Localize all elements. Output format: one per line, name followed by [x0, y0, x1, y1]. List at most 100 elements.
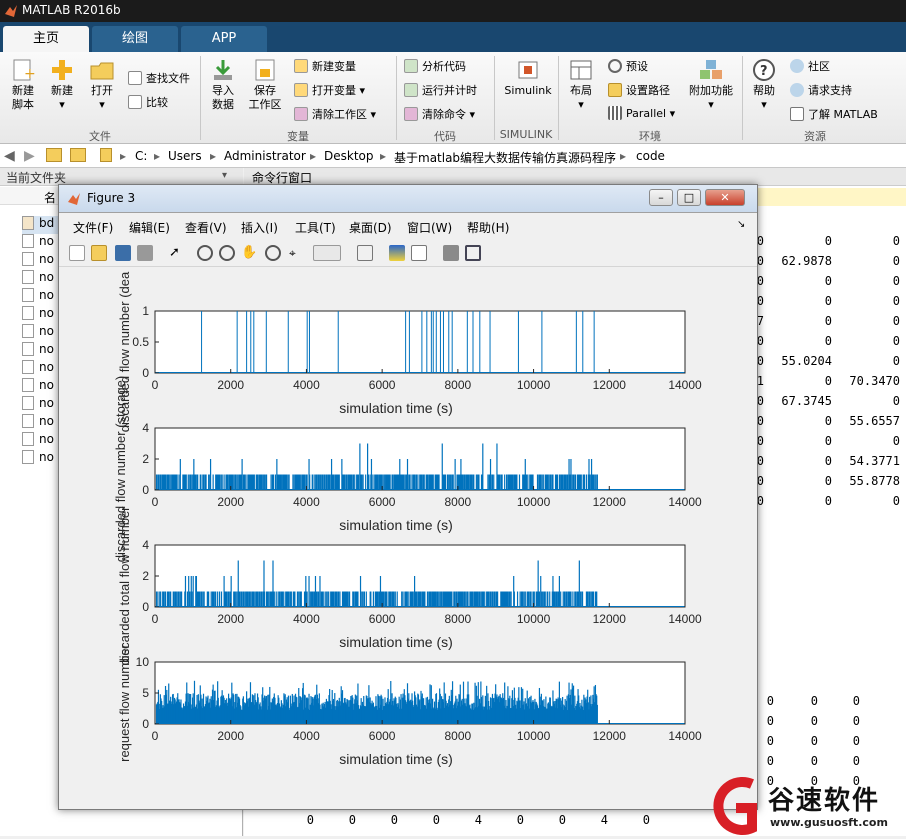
request-support-button[interactable]: 请求支持 [790, 82, 852, 98]
menu-file[interactable]: 文件(F) [73, 219, 113, 236]
close-button[interactable]: ✕ [705, 189, 745, 206]
chevron-down-icon: ▾ [59, 98, 65, 111]
x-tick-label: 14000 [668, 729, 702, 743]
link-plot-icon[interactable] [357, 245, 373, 261]
clear-workspace-button[interactable]: 清除工作区 ▾ [294, 106, 376, 122]
axes-box [154, 310, 686, 374]
brush-icon[interactable] [313, 245, 341, 261]
path-segment[interactable]: 基于matlab编程大数据传输仿真源码程序 [394, 149, 616, 166]
menu-insert[interactable]: 插入(I) [241, 219, 278, 236]
file-item[interactable]: no [22, 288, 54, 306]
run-and-time-button[interactable]: 运行并计时 [404, 82, 477, 98]
clear-commands-button[interactable]: 清除命令 ▾ [404, 106, 475, 122]
compare-button[interactable]: 比较 [128, 94, 168, 110]
x-tick-label: 10000 [517, 612, 551, 626]
learn-matlab-button[interactable]: 了解 MATLAB [790, 106, 878, 122]
new-script-button[interactable]: + 新建 脚本 [6, 58, 40, 112]
tab-home[interactable]: 主页 [3, 26, 89, 52]
browse-folder-icon[interactable] [70, 148, 86, 162]
dock-arrow-icon[interactable]: ↘ [737, 219, 745, 230]
panel-menu-icon[interactable]: ▾ [222, 170, 227, 181]
new-variable-button[interactable]: 新建变量 [294, 58, 356, 74]
analyze-code-button[interactable]: 分析代码 [404, 58, 466, 74]
colorbar-icon[interactable] [389, 245, 405, 261]
path-segment[interactable]: Administrator [224, 149, 306, 163]
parallel-button[interactable]: Parallel ▾ [608, 106, 675, 120]
x-tick-label: 2000 [217, 612, 244, 626]
menu-edit[interactable]: 编辑(E) [129, 219, 170, 236]
hide-plot-tools-icon[interactable] [443, 245, 459, 261]
file-item[interactable]: bd [22, 216, 58, 234]
find-files-button[interactable]: 查找文件 [128, 70, 190, 86]
back-arrow-icon[interactable]: ◀ [4, 148, 15, 164]
tab-plots[interactable]: 绘图 [92, 26, 178, 52]
legend-icon[interactable] [411, 245, 427, 261]
file-item[interactable]: no [22, 378, 54, 396]
show-plot-tools-icon[interactable] [465, 245, 481, 261]
find-files-icon [128, 71, 142, 85]
save-workspace-button[interactable]: 保存 工作区 [246, 58, 284, 112]
file-item[interactable]: no [22, 360, 54, 378]
data-cursor-icon[interactable]: ⌖ [289, 245, 305, 261]
import-data-button[interactable]: 导入 数据 [206, 58, 240, 112]
file-item[interactable]: no [22, 414, 54, 432]
file-item[interactable]: no [22, 450, 54, 468]
file-item[interactable]: no [22, 432, 54, 450]
path-separator: ▸ [210, 149, 217, 163]
zoom-in-icon[interactable] [197, 245, 213, 261]
path-segment[interactable]: Desktop [324, 149, 374, 163]
new-figure-icon[interactable] [69, 245, 85, 261]
rotate-3d-icon[interactable] [265, 245, 281, 261]
figure-title-bar: Figure 3 – □ ✕ [59, 185, 757, 213]
path-segment[interactable]: code [636, 149, 665, 163]
layout-button[interactable]: 布局 ▾ [564, 58, 598, 112]
menu-help[interactable]: 帮助(H) [467, 219, 509, 236]
help-button[interactable]: ? 帮助 ▾ [748, 58, 780, 112]
preferences-button[interactable]: 预设 [608, 58, 648, 74]
x-tick-label: 4000 [293, 378, 320, 392]
output-value: 0 [824, 434, 832, 448]
file-item[interactable]: no [22, 234, 54, 252]
pointer-icon[interactable]: ➚ [169, 245, 185, 261]
group-label-environment: 环境 [639, 130, 661, 143]
open-variable-button[interactable]: 打开变量 ▾ [294, 82, 365, 98]
simulink-button[interactable]: Simulink [500, 58, 556, 98]
file-item[interactable]: no [22, 270, 54, 288]
save-workspace-icon [255, 59, 275, 81]
file-item[interactable]: no [22, 306, 54, 324]
forward-arrow-icon[interactable]: ▶ [24, 148, 35, 164]
new-variable-label: 新建变量 [312, 60, 356, 73]
path-segment[interactable]: C: [135, 149, 147, 163]
menu-tools[interactable]: 工具(T) [295, 219, 336, 236]
menu-window[interactable]: 窗口(W) [407, 219, 452, 236]
file-item[interactable]: no [22, 342, 54, 360]
minimize-button[interactable]: – [649, 189, 673, 206]
file-item[interactable]: no [22, 396, 54, 414]
open-button[interactable]: 打开 ▾ [86, 58, 118, 112]
new-label: 新建 [51, 84, 73, 97]
output-value: 0 [852, 734, 860, 748]
menu-desktop[interactable]: 桌面(D) [349, 219, 392, 236]
output-value: 0 [642, 813, 650, 827]
save-icon[interactable] [115, 245, 131, 261]
matlab-logo-icon [5, 5, 17, 17]
path-segment[interactable]: Users [168, 149, 202, 163]
file-item[interactable]: no [22, 324, 54, 342]
addons-button[interactable]: 附加功能 ▾ [688, 58, 734, 112]
file-icon [22, 432, 34, 446]
maximize-button[interactable]: □ [677, 189, 701, 206]
file-name: no [39, 432, 54, 446]
output-value: 0 [824, 374, 832, 388]
zoom-out-icon[interactable] [219, 245, 235, 261]
set-path-button[interactable]: 设置路径 [608, 82, 670, 98]
menu-view[interactable]: 查看(V) [185, 219, 227, 236]
tab-apps[interactable]: APP [181, 26, 267, 52]
pan-hand-icon[interactable]: ✋ [241, 245, 257, 261]
file-item[interactable]: no [22, 252, 54, 270]
print-icon[interactable] [137, 245, 153, 261]
open-file-icon[interactable] [91, 245, 107, 261]
community-button[interactable]: 社区 [790, 58, 830, 74]
up-folder-icon[interactable] [46, 148, 62, 162]
figure-toolbar: ➚ ✋ ⌖ [59, 239, 757, 267]
new-button[interactable]: 新建 ▾ [44, 58, 80, 112]
